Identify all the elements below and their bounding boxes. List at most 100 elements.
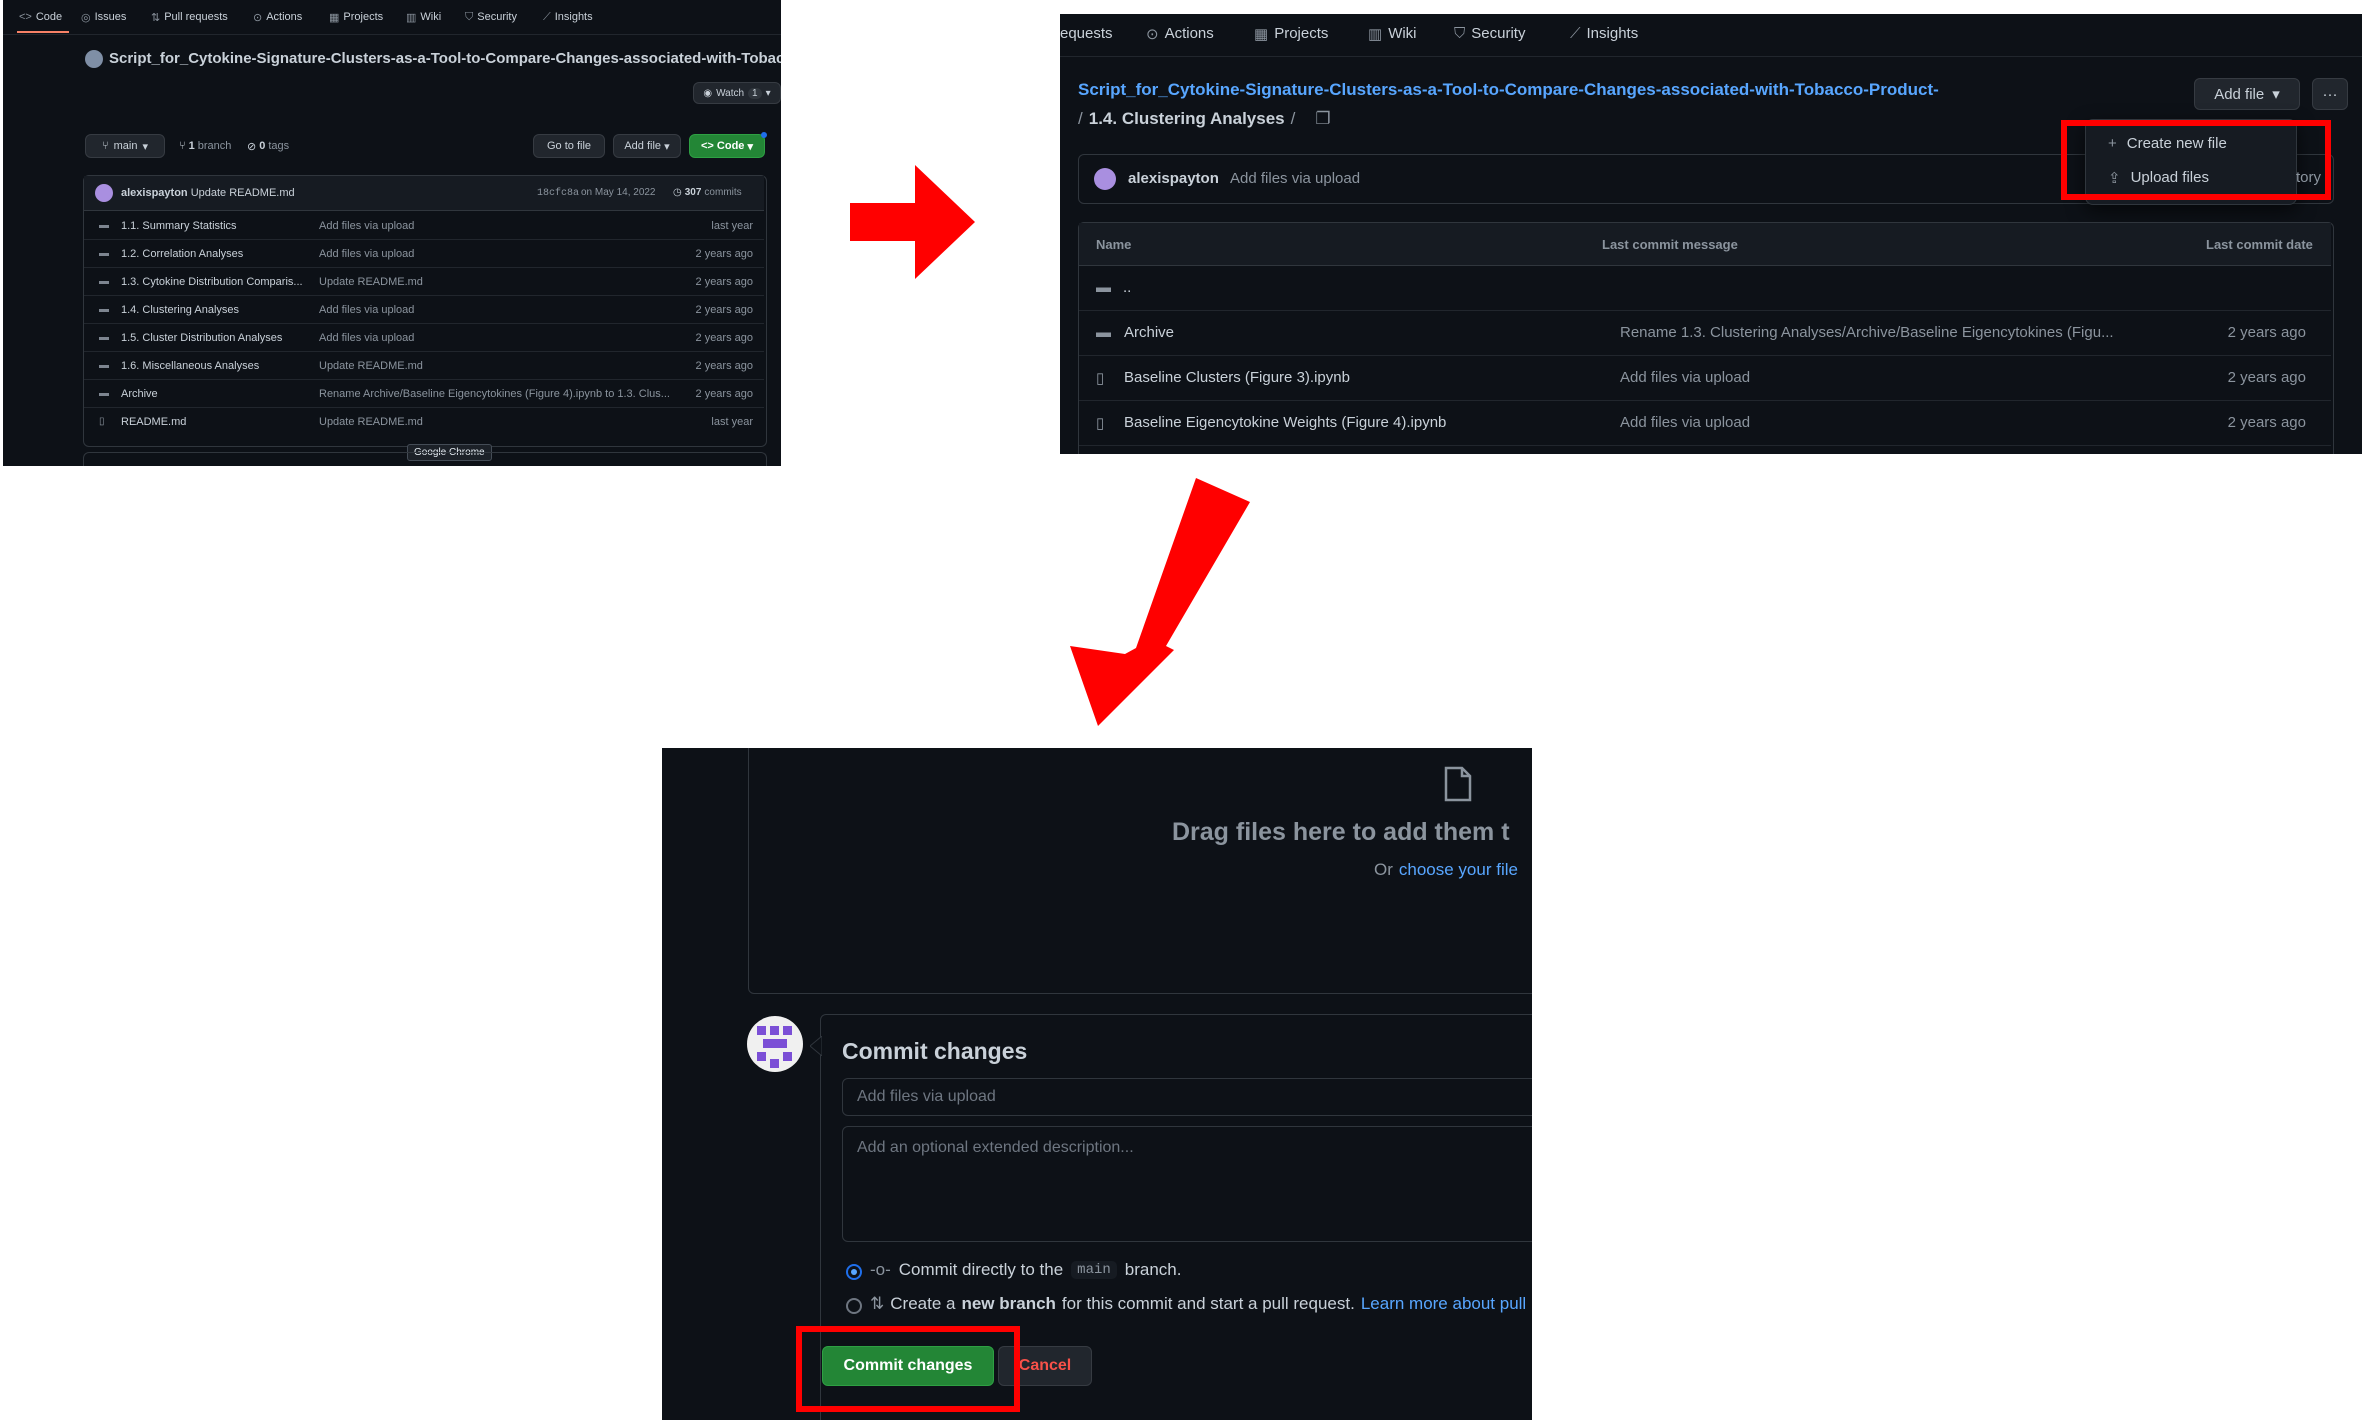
folder-icon: ▬: [99, 388, 109, 399]
commit-message[interactable]: Add files via upload: [1620, 369, 1750, 386]
commit-summary-input[interactable]: Add files via upload: [842, 1078, 1532, 1116]
add-file-button[interactable]: Add file ▾: [2194, 78, 2300, 110]
table-row[interactable]: ▯ Baseline Eigencytokine Weights (Figure …: [1078, 401, 2332, 445]
repo-title[interactable]: Script_for_Cytokine-Signature-Clusters-a…: [109, 50, 781, 67]
commit-date: last year: [711, 416, 753, 428]
tab-code[interactable]: <> Code: [19, 11, 62, 23]
table-row[interactable]: ▬ 1.3. Cytokine Distribution Comparis... U…: [83, 268, 765, 296]
file-name[interactable]: 1.5. Cluster Distribution Analyses: [121, 332, 282, 344]
file-name[interactable]: README.md: [121, 416, 186, 428]
table-row[interactable]: ▬ 1.4. Clustering Analyses Add files via u…: [83, 296, 765, 324]
tab-projects[interactable]: ▦ Projects: [329, 11, 383, 24]
branch-icon: ⑂: [179, 140, 186, 152]
issue-icon: ◎: [81, 12, 91, 24]
watch-button[interactable]: ◉ Watch 1 ▾: [693, 82, 781, 104]
table-row[interactable]: ▬ Archive Rename Archive/Baseline Eigencyt…: [83, 380, 765, 408]
table-icon: ▦: [329, 12, 340, 24]
file-name[interactable]: 1.3. Cytokine Distribution Comparis...: [121, 276, 303, 288]
tab-insights[interactable]: ⟋ Insights: [1570, 25, 1638, 42]
avatar: [1094, 168, 1116, 190]
commits-link[interactable]: ◷ 307 commits: [673, 187, 742, 198]
commit-message[interactable]: Rename 1.3. Clustering Analyses/Archive/…: [1620, 324, 2114, 341]
choose-file-link[interactable]: choose your file: [1399, 860, 1518, 880]
branch-select[interactable]: ⑂ main ▾: [85, 134, 165, 158]
folder-icon: ▬: [99, 220, 109, 231]
kebab-horizontal-icon: ···: [2322, 85, 2338, 103]
tags-link[interactable]: ⊘ 0 tags: [247, 140, 289, 153]
more-options-button[interactable]: ···: [2312, 78, 2348, 110]
commit-description-input[interactable]: Add an optional extended description...: [842, 1126, 1532, 1242]
tab-security[interactable]: ⛉ Security: [1454, 25, 1525, 42]
commit-message[interactable]: Update README.md: [319, 416, 423, 428]
table-row[interactable]: ▬ 1.5. Cluster Distribution Analyses Add f…: [83, 324, 765, 352]
add-file-button[interactable]: Add file ▾: [613, 134, 681, 158]
tab-pull-requests[interactable]: equests: [1060, 25, 1113, 42]
tab-pull-requests[interactable]: ⇅ Pull requests: [151, 11, 228, 24]
choose-file-line: Or choose your file: [1374, 860, 1518, 880]
code-icon: <>: [700, 140, 714, 152]
learn-more-link[interactable]: Learn more about pull: [1361, 1294, 1526, 1314]
branch-icon: ⑂: [102, 140, 109, 152]
chevron-down-icon: ▾: [664, 140, 670, 153]
parent-directory-row[interactable]: ▬ ..: [1096, 279, 1131, 296]
commit-message[interactable]: Add files via upload: [1230, 170, 1360, 187]
tab-wiki[interactable]: ▥ Wiki: [406, 11, 441, 24]
file-name[interactable]: 1.1. Summary Statistics: [121, 220, 237, 232]
commit-message[interactable]: Add files via upload: [1620, 414, 1750, 431]
option-commit-directly: -o- Commit directly to the main branch.: [870, 1260, 1182, 1279]
tab-projects[interactable]: ▦ Projects: [1254, 25, 1328, 43]
tab-actions[interactable]: ⊙ Actions: [1146, 25, 1214, 43]
commit-date: last year: [711, 220, 753, 232]
play-icon: ⊙: [253, 12, 263, 24]
radio-commit-directly[interactable]: [846, 1264, 862, 1280]
pull-request-icon: ⇅: [870, 1294, 885, 1313]
file-name[interactable]: 1.4. Clustering Analyses: [121, 304, 239, 316]
commit-user[interactable]: alexispayton: [1128, 170, 1219, 187]
code-icon: <>: [19, 11, 32, 23]
commit-date: 2 years ago: [2227, 369, 2306, 386]
commit-message[interactable]: Update README.md: [319, 276, 423, 288]
radio-new-branch[interactable]: [846, 1298, 862, 1314]
file-name[interactable]: Archive: [1124, 324, 1174, 341]
file-name[interactable]: 1.6. Miscellaneous Analyses: [121, 360, 259, 372]
commit-heading: Commit changes: [842, 1038, 1028, 1064]
commit-message[interactable]: Add files via upload: [319, 220, 414, 232]
file-name[interactable]: Baseline Eigencytokine Weights (Figure 4…: [1124, 414, 1446, 431]
tab-wiki[interactable]: ▥ Wiki: [1368, 25, 1417, 43]
option-new-branch: ⇅ Create a new branch for this commit an…: [870, 1294, 1527, 1314]
tab-active-underline: [17, 31, 69, 33]
table-icon: ▦: [1254, 26, 1269, 43]
table-row[interactable]: ▬ 1.1. Summary Statistics Add files via up…: [83, 212, 765, 240]
tab-insights[interactable]: ⟋ Insights: [543, 11, 593, 24]
history-icon: ◷: [673, 187, 682, 198]
highlight-box: [796, 1326, 1020, 1412]
file-icon: ▯: [1096, 415, 1105, 432]
tab-security[interactable]: ⛉ Security: [465, 11, 517, 24]
table-row[interactable]: ▬ 1.6. Miscellaneous Analyses Update READM…: [83, 352, 765, 380]
repo-link[interactable]: Script_for_Cytokine-Signature-Clusters-a…: [1078, 80, 1939, 100]
table-row[interactable]: ▬ Archive Rename 1.3. Clustering Analyses/…: [1078, 311, 2332, 355]
code-button[interactable]: <> Code ▾: [689, 134, 765, 158]
commit-message[interactable]: Add files via upload: [319, 248, 414, 260]
file-name[interactable]: 1.2. Correlation Analyses: [121, 248, 243, 260]
copy-icon[interactable]: ❐: [1315, 109, 1330, 129]
chevron-down-icon: ▾: [142, 140, 148, 153]
table-row[interactable]: ▯ README.md Update README.md last year: [83, 408, 765, 436]
file-name[interactable]: Baseline Clusters (Figure 3).ipynb: [1124, 369, 1350, 386]
tab-actions[interactable]: ⊙ Actions: [253, 11, 302, 24]
tab-issues[interactable]: ◎ Issues: [81, 11, 126, 24]
branches-link[interactable]: ⑂ 1 branch: [179, 140, 231, 152]
table-row[interactable]: ▯ Baseline Clusters (Figure 3).ipynb Add f…: [1078, 356, 2332, 400]
commit-message[interactable]: Add files via upload: [319, 332, 414, 344]
tag-icon: ⊘: [247, 141, 257, 153]
commit-message[interactable]: Rename Archive/Baseline Eigencytokines (…: [319, 388, 670, 400]
go-to-file-button[interactable]: Go to file: [533, 134, 605, 158]
commit-message[interactable]: Add files via upload: [319, 304, 414, 316]
avatar: [95, 184, 113, 202]
commit-message[interactable]: Update README.md: [319, 360, 423, 372]
table-row[interactable]: ▬ 1.2. Correlation Analyses Add files via …: [83, 240, 765, 268]
commit-hash[interactable]: 18cfc8a: [537, 188, 579, 199]
file-name[interactable]: Archive: [121, 388, 158, 400]
column-name: Name: [1096, 237, 1132, 252]
commit-date: 2 years ago: [695, 332, 753, 344]
